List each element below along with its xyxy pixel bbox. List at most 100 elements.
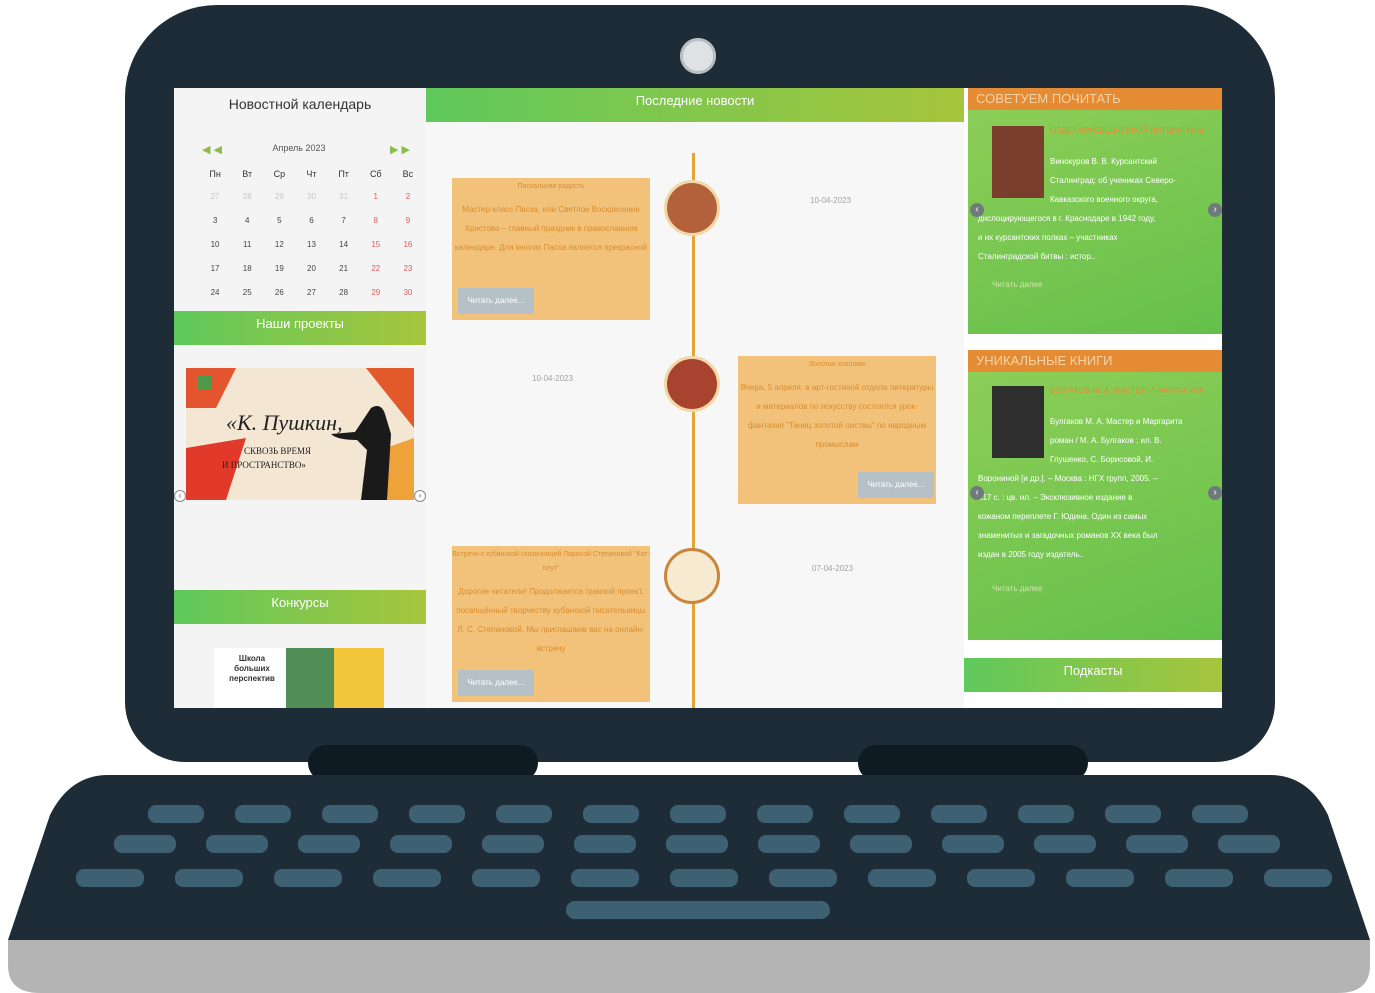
unique-next-arrow[interactable]: ›: [1208, 486, 1222, 500]
keyboard-key: [1126, 835, 1188, 853]
kids-art: [334, 648, 384, 708]
calendar-day[interactable]: 17: [199, 256, 231, 280]
calendar-day[interactable]: 28: [231, 184, 263, 208]
recommend-read-more[interactable]: Читать далее: [992, 280, 1042, 289]
calendar-next-button[interactable]: ▶ ▶: [390, 143, 410, 156]
timeline-line: [692, 153, 695, 708]
weekday-header: Вс: [402, 169, 414, 179]
read-more-button[interactable]: Читать далее...: [458, 670, 534, 696]
keyboard-key: [670, 869, 738, 887]
calendar-prev-button[interactable]: ◀ ◀: [202, 143, 222, 156]
read-more-button[interactable]: Читать далее...: [458, 288, 534, 314]
recommend-prev-arrow[interactable]: ‹: [970, 203, 984, 217]
keyboard-key: [1192, 805, 1248, 823]
calendar-day[interactable]: 5: [263, 208, 295, 232]
keyboard-key: [1034, 835, 1096, 853]
panel-text-line: знаменитых и загадочных романов XX века …: [978, 531, 1158, 540]
calendar-day[interactable]: 21: [328, 256, 360, 280]
keyboard-key: [472, 869, 540, 887]
calendar-day[interactable]: 30: [392, 280, 424, 304]
contests-title: Конкурсы: [271, 595, 329, 610]
news-card-text: Вчера, 5 апреля, в арт-гостиной отдела л…: [740, 383, 934, 449]
recommend-book-title[interactable]: ОТДЕЛ КРАЕВЕДЧЕСКОЙ ЛИТЕРАТУРЫ: [1050, 124, 1210, 138]
calendar-day[interactable]: 16: [392, 232, 424, 256]
unique-books-panel: УНИКАЛЬНЫЕ КНИГИ БУЛГАКОВ М. А. МАСТЕР И…: [968, 350, 1222, 640]
unique-prev-arrow[interactable]: ‹: [970, 486, 984, 500]
projects-prev-arrow[interactable]: ‹: [174, 490, 186, 502]
keyboard-key: [942, 835, 1004, 853]
news-card[interactable]: Пасхальная радость Мастер-класс Пасха, и…: [452, 178, 650, 320]
keyboard-key: [114, 835, 176, 853]
keyboard-key: [390, 835, 452, 853]
recommend-next-arrow[interactable]: ›: [1208, 203, 1222, 217]
calendar-day[interactable]: 6: [295, 208, 327, 232]
keyboard-key: [583, 805, 639, 823]
calendar-day[interactable]: 25: [231, 280, 263, 304]
calendar-day[interactable]: 19: [263, 256, 295, 280]
contest-banner-text: Школа больших перспектив: [229, 654, 275, 683]
calendar-day[interactable]: 4: [231, 208, 263, 232]
calendar-day[interactable]: 8: [360, 208, 392, 232]
contest-banner[interactable]: Школа больших перспектив: [214, 648, 384, 708]
calendar-day[interactable]: 2: [392, 184, 424, 208]
keyboard-key: [322, 805, 378, 823]
calendar-day[interactable]: 28: [328, 280, 360, 304]
keyboard-key: [482, 835, 544, 853]
news-thumbnail[interactable]: [664, 356, 720, 412]
unique-book-title[interactable]: БУЛГАКОВ М. А. МАСТЕР И МАРГАРИТА: [1050, 384, 1210, 398]
news-card-text: Мастер-класс Пасха, или Светлое Воскресе…: [454, 205, 648, 252]
project-banner[interactable]: «К. Пушкин, СКВОЗЬ ВРЕМЯ И ПРОСТРАНСТВО»: [186, 368, 414, 500]
unique-read-more[interactable]: Читать далее: [992, 584, 1042, 593]
calendar-day[interactable]: 29: [360, 280, 392, 304]
book-cover[interactable]: [992, 386, 1044, 458]
calendar-day[interactable]: 7: [328, 208, 360, 232]
keyboard-key: [1165, 869, 1233, 887]
calendar-day[interactable]: 30: [295, 184, 327, 208]
webcam-icon: [680, 38, 716, 74]
keyboard-key: [967, 869, 1035, 887]
news-card-title: Золотая хохлома: [808, 361, 866, 368]
projects-next-arrow[interactable]: ›: [414, 490, 426, 502]
calendar-title: Новостной календарь: [228, 96, 372, 112]
calendar-day[interactable]: 20: [295, 256, 327, 280]
calendar-day[interactable]: 27: [199, 184, 231, 208]
calendar-day[interactable]: 14: [328, 232, 360, 256]
calendar-day[interactable]: 11: [231, 232, 263, 256]
calendar-day[interactable]: 15: [360, 232, 392, 256]
keyboard-key: [274, 869, 342, 887]
news-card[interactable]: Встречи с кубанской сказочницей Ларисой …: [452, 546, 650, 702]
keyboard-key: [1105, 805, 1161, 823]
news-card[interactable]: Золотая хохлома Вчера, 5 апреля, в арт-г…: [738, 356, 936, 504]
panel-text-line: и их курсантских полках – участниках: [978, 233, 1118, 242]
calendar-day[interactable]: 29: [263, 184, 295, 208]
keyboard-key: [571, 869, 639, 887]
keyboard-key: [931, 805, 987, 823]
news-thumbnail[interactable]: [664, 548, 720, 604]
keyboard-key: [496, 805, 552, 823]
calendar-day[interactable]: 27: [295, 280, 327, 304]
panel-text-line: дислоцирующегося в г. Краснодаре в 1942 …: [978, 214, 1156, 223]
news-thumbnail[interactable]: [664, 180, 720, 236]
book-cover[interactable]: [992, 126, 1044, 198]
calendar-day[interactable]: 26: [263, 280, 295, 304]
calendar-day[interactable]: 23: [392, 256, 424, 280]
calendar-day[interactable]: 22: [360, 256, 392, 280]
keyboard-key: [206, 835, 268, 853]
calendar-day[interactable]: 3: [199, 208, 231, 232]
calendar-day[interactable]: 18: [231, 256, 263, 280]
calendar-day[interactable]: 1: [360, 184, 392, 208]
panel-text-line: издан в 2005 году издатель..: [978, 550, 1085, 559]
read-more-button[interactable]: Читать далее...: [858, 472, 934, 498]
panel-text-line: Винокуров В. В. Курсантский: [1050, 157, 1158, 166]
calendar-day[interactable]: 9: [392, 208, 424, 232]
projects-header: Наши проекты: [174, 311, 426, 345]
calendar-day[interactable]: 24: [199, 280, 231, 304]
keyboard-key: [1218, 835, 1280, 853]
calendar-day[interactable]: 10: [199, 232, 231, 256]
keyboard-key: [850, 835, 912, 853]
calendar-day[interactable]: 31: [328, 184, 360, 208]
keyboard-key: [148, 805, 204, 823]
calendar-day[interactable]: 13: [295, 232, 327, 256]
calendar-day[interactable]: 12: [263, 232, 295, 256]
news-date: 10-04-2023: [810, 196, 851, 205]
